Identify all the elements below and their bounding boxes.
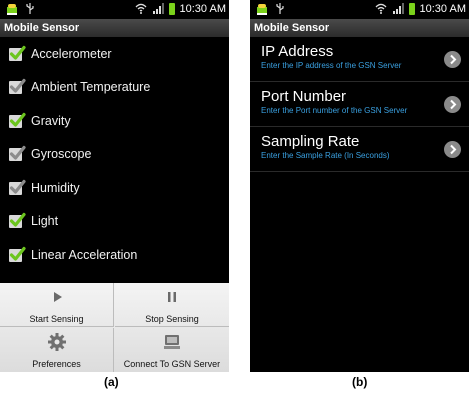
stop-sensing-button[interactable]: Stop Sensing — [115, 283, 229, 327]
options-menu: Start Sensing Stop Sensing Preferences C… — [0, 283, 229, 372]
start-sensing-button[interactable]: Start Sensing — [0, 283, 114, 327]
setting-sampling-rate[interactable]: Sampling Rate Enter the Sample Rate (In … — [250, 127, 469, 172]
settings-list: IP Address Enter the IP address of the G… — [250, 37, 469, 172]
sensor-list: Accelerometer Ambient Temperature Gravit… — [0, 37, 229, 283]
checkbox-checked-icon[interactable] — [8, 112, 26, 130]
clock: 10:30 AM — [179, 2, 226, 15]
preferences-label: Preferences — [32, 359, 81, 369]
usb-icon — [274, 2, 286, 15]
sensor-label: Light — [31, 214, 59, 229]
checkbox-unchecked-icon[interactable] — [8, 78, 26, 96]
usb-icon — [24, 2, 36, 15]
gear-icon — [0, 332, 113, 352]
notification-icon — [256, 2, 268, 15]
phone-screen-preferences: 10:30 AM Mobile Sensor IP Address Enter … — [250, 0, 469, 372]
sensor-label: Ambient Temperature — [31, 80, 151, 95]
phone-screen-sensors: 10:30 AM Mobile Sensor Accelerometer Amb… — [0, 0, 229, 372]
app-title: Mobile Sensor — [0, 19, 229, 37]
sensor-item-light[interactable]: Light — [0, 205, 229, 239]
wifi-icon — [375, 2, 387, 15]
start-sensing-label: Start Sensing — [29, 314, 84, 324]
sensor-item-gravity[interactable]: Gravity — [0, 104, 229, 138]
battery-icon — [168, 2, 175, 15]
chevron-right-icon[interactable] — [444, 96, 461, 113]
setting-port-number[interactable]: Port Number Enter the Port number of the… — [250, 82, 469, 127]
sensor-item-gyroscope[interactable]: Gyroscope — [0, 138, 229, 172]
sensor-item-ambient-temperature[interactable]: Ambient Temperature — [0, 71, 229, 105]
status-bar: 10:30 AM — [250, 0, 469, 19]
status-bar: 10:30 AM — [0, 0, 229, 19]
setting-summary: Enter the Sample Rate (In Seconds) — [261, 151, 390, 160]
connect-gsn-label: Connect To GSN Server — [123, 359, 221, 369]
sensor-label: Linear Acceleration — [31, 247, 138, 262]
battery-icon — [408, 2, 415, 15]
setting-title: Sampling Rate — [261, 133, 360, 150]
caption-b: (b) — [352, 375, 368, 389]
clock: 10:30 AM — [419, 2, 466, 15]
sensor-label: Gyroscope — [31, 147, 92, 162]
app-title: Mobile Sensor — [250, 19, 469, 37]
sensor-label: Humidity — [31, 180, 80, 195]
sensor-item-accelerometer[interactable]: Accelerometer — [0, 37, 229, 71]
wifi-icon — [135, 2, 147, 15]
setting-ip-address[interactable]: IP Address Enter the IP address of the G… — [250, 37, 469, 82]
sensor-item-humidity[interactable]: Humidity — [0, 171, 229, 205]
checkbox-checked-icon[interactable] — [8, 45, 26, 63]
preferences-button[interactable]: Preferences — [0, 328, 114, 372]
play-icon — [0, 287, 113, 307]
checkbox-checked-icon[interactable] — [8, 246, 26, 264]
server-connect-icon — [115, 332, 229, 352]
checkbox-unchecked-icon[interactable] — [8, 145, 26, 163]
checkbox-unchecked-icon[interactable] — [8, 179, 26, 197]
notification-icon — [6, 2, 18, 15]
signal-icon — [392, 2, 404, 15]
stop-sensing-label: Stop Sensing — [145, 314, 199, 324]
chevron-right-icon[interactable] — [444, 51, 461, 68]
setting-title: IP Address — [261, 43, 334, 60]
signal-icon — [152, 2, 164, 15]
sensor-label: Gravity — [31, 113, 71, 128]
setting-summary: Enter the IP address of the GSN Server — [261, 61, 402, 70]
sensor-label: Accelerometer — [31, 46, 112, 61]
caption-a: (a) — [104, 375, 119, 389]
setting-title: Port Number — [261, 88, 347, 105]
pause-icon — [115, 287, 229, 307]
connect-gsn-button[interactable]: Connect To GSN Server — [115, 328, 229, 372]
checkbox-checked-icon[interactable] — [8, 212, 26, 230]
setting-summary: Enter the Port number of the GSN Server — [261, 106, 408, 115]
sensor-item-linear-acceleration[interactable]: Linear Acceleration — [0, 238, 229, 272]
chevron-right-icon[interactable] — [444, 141, 461, 158]
